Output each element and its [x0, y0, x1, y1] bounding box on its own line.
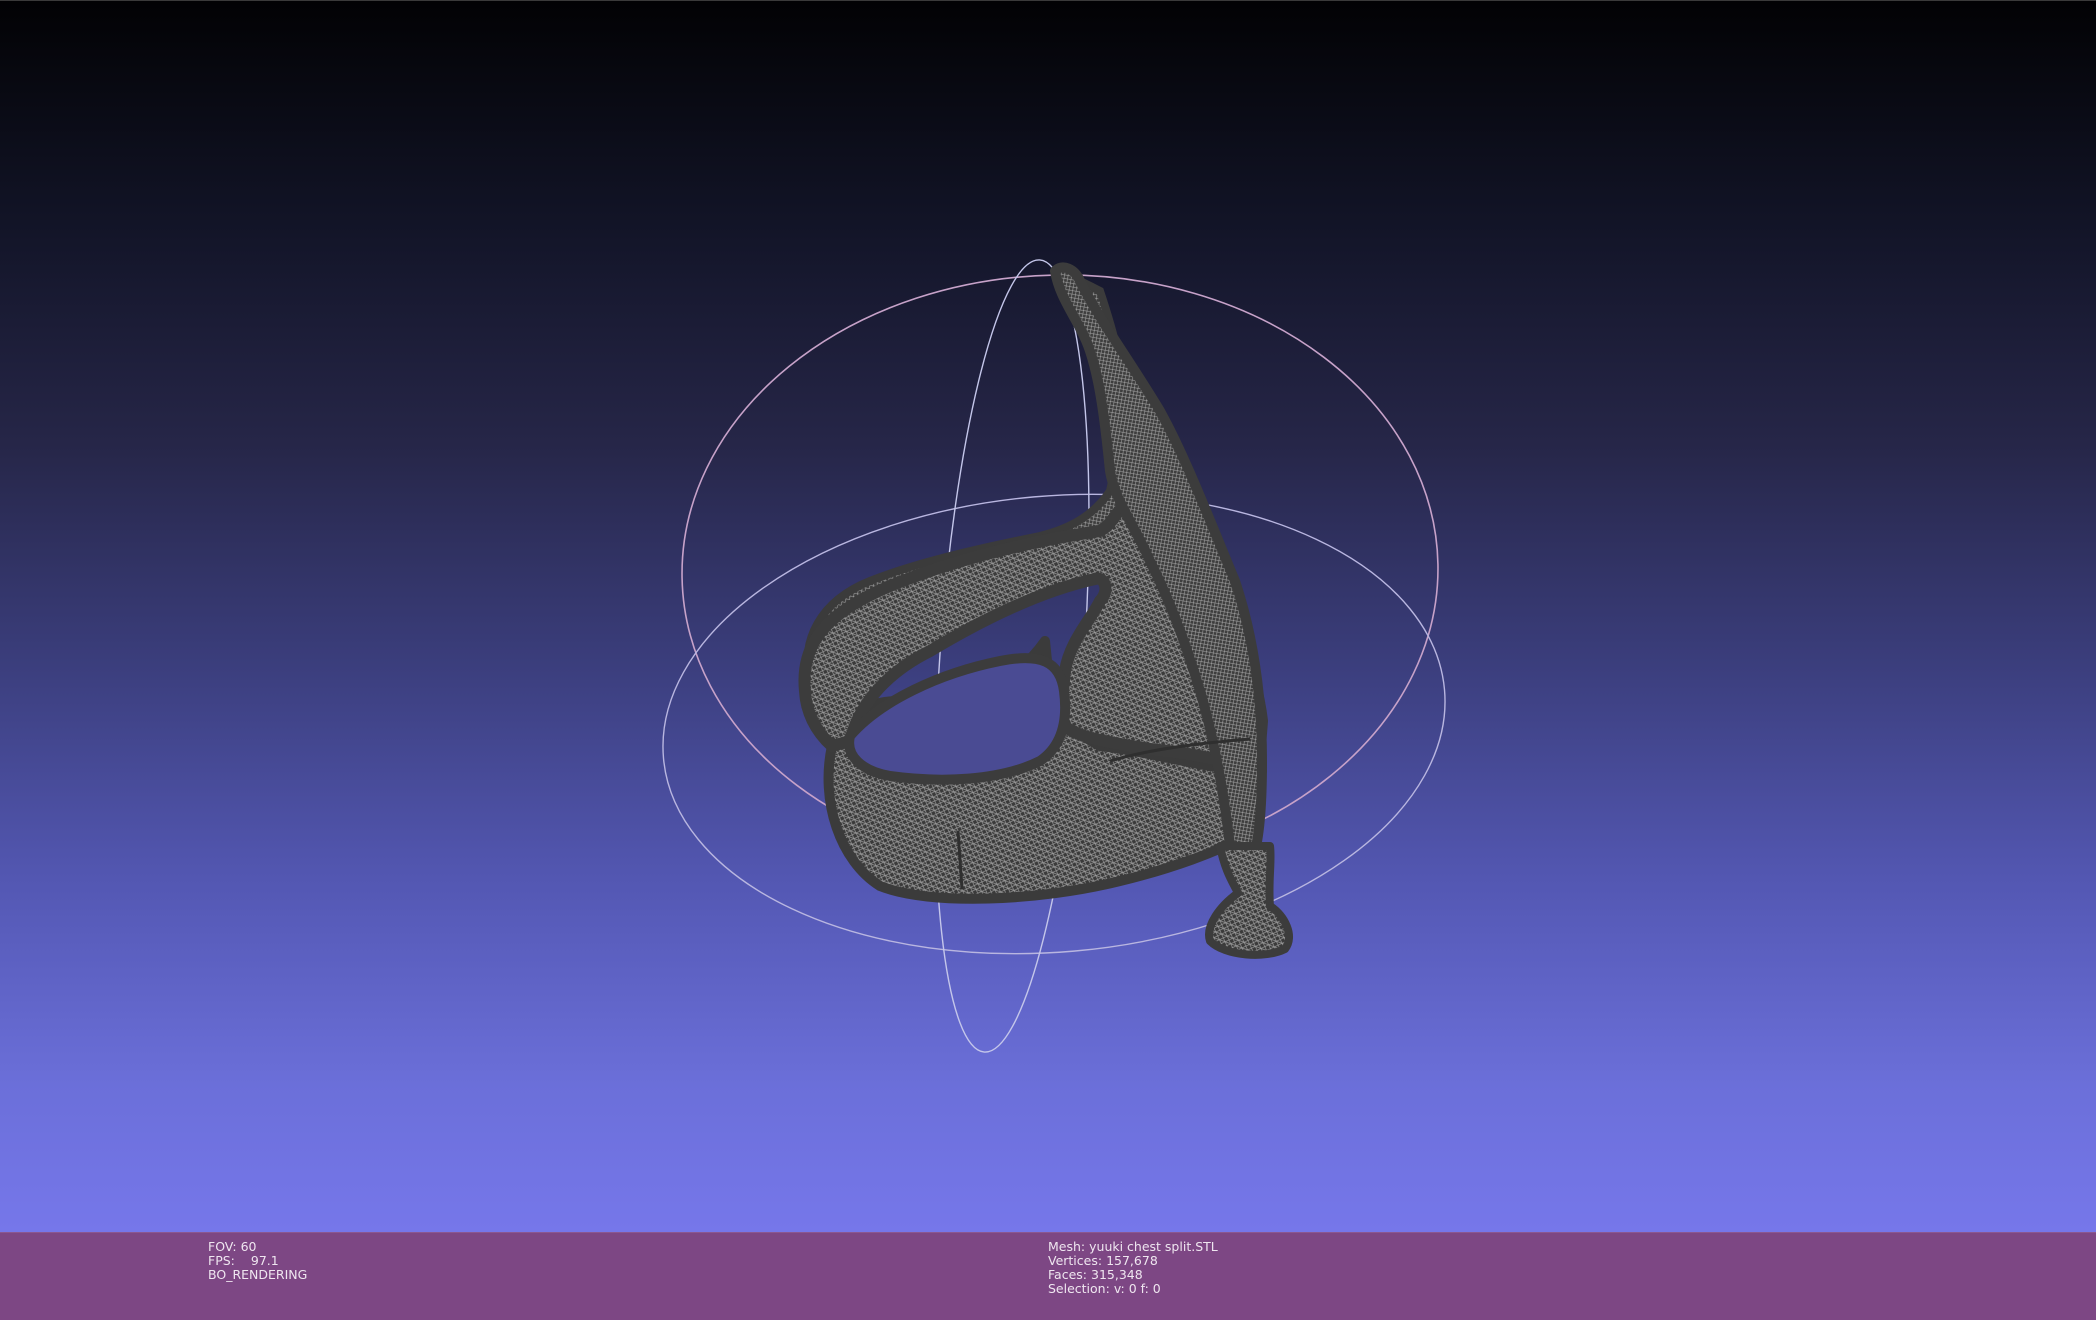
mesh-info: Mesh: yuuki chest split.STL Vertices: 157,… [1048, 1240, 1218, 1296]
scene-canvas[interactable] [0, 1, 2096, 1233]
selection-readout: Selection: v: 0 f: 0 [1048, 1281, 1161, 1296]
faces-readout: Faces: 315,348 [1048, 1267, 1143, 1282]
mesh-foot [1205, 842, 1293, 959]
trackball-gizmo[interactable] [644, 255, 1465, 1057]
render-info: FOV: 60 FPS: 97.1 BO_RENDERING [208, 1240, 307, 1282]
mesh-model[interactable] [798, 262, 1293, 959]
fov-readout: FOV: 60 [208, 1239, 257, 1254]
render-mode: BO_RENDERING [208, 1267, 308, 1282]
vertices-readout: Vertices: 157,678 [1048, 1253, 1158, 1268]
mesh-name-readout: Mesh: yuuki chest split.STL [1048, 1239, 1218, 1254]
fps-readout: FPS: 97.1 [208, 1253, 279, 1268]
3d-viewport[interactable] [0, 0, 2096, 1232]
status-info-bar: FOV: 60 FPS: 97.1 BO_RENDERING Mesh: yuuki … [0, 1232, 2096, 1320]
meshlab-window: FOV: 60 FPS: 97.1 BO_RENDERING Mesh: yuuki … [0, 0, 2096, 1320]
